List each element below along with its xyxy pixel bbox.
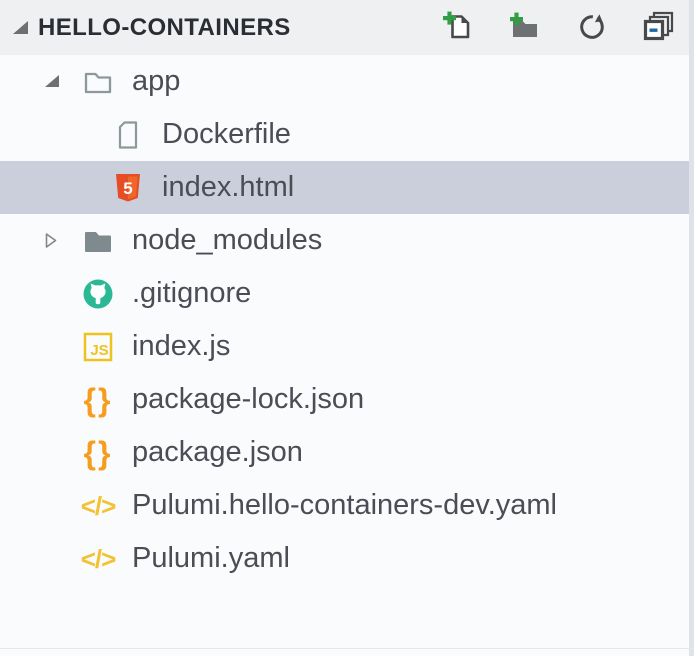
file-label: .gitignore [132,277,252,309]
section-title: HELLO-CONTAINERS [38,13,291,41]
tree-item-gitignore[interactable]: .gitignore [0,267,694,320]
chevron-expanded-icon[interactable] [44,75,76,88]
chevron-collapsed-icon[interactable] [44,232,76,249]
refresh-button[interactable] [573,9,611,47]
file-tree: app Dockerfile 5 index.html node_modules .git… [0,55,694,585]
tree-item-app[interactable]: app [0,55,694,108]
sidebar-bottom-border [0,648,694,649]
explorer-section-header[interactable]: HELLO-CONTAINERS [0,0,694,55]
file-label: Pulumi.hello-containers-dev.yaml [132,489,557,521]
file-label: index.html [162,171,295,203]
collapse-all-button[interactable] [640,9,678,47]
file-label: node_modules [132,224,323,256]
yaml-code-icon: </> [80,543,117,574]
file-label: Dockerfile [162,118,291,150]
file-label: Pulumi.yaml [132,542,290,574]
file-icon [106,118,150,152]
json-braces-icon: {} [83,381,113,418]
json-braces-icon: {} [83,434,113,471]
svg-text:5: 5 [123,179,132,198]
file-label: app [132,65,181,97]
section-chevron-expanded-icon[interactable] [12,20,38,35]
yaml-code-icon: </> [80,490,117,521]
svg-text:JS: JS [90,342,108,359]
refresh-icon [574,8,610,47]
file-label: package-lock.json [132,383,365,415]
html5-icon: 5 [106,171,150,205]
tree-item-node-modules[interactable]: node_modules [0,214,694,267]
folder-closed-icon [76,224,120,258]
tree-item-dockerfile[interactable]: Dockerfile [0,108,694,161]
new-file-button[interactable] [439,9,477,47]
file-label: package.json [132,436,303,468]
file-label: index.js [132,330,231,362]
tree-item-pulumi-yaml[interactable]: </> Pulumi.yaml [0,532,694,585]
github-icon [76,277,120,311]
tree-item-index-html[interactable]: 5 index.html [0,161,694,214]
folder-open-icon [76,65,120,99]
tree-item-pulumi-hello-containers-dev-yaml[interactable]: </> Pulumi.hello-containers-dev.yaml [0,479,694,532]
js-icon: JS [76,330,120,364]
new-folder-button[interactable] [506,9,544,47]
tree-item-package-json[interactable]: {} package.json [0,426,694,479]
new-file-icon [440,8,476,47]
new-folder-icon [507,8,543,47]
tree-item-index-js[interactable]: JS index.js [0,320,694,373]
explorer-sidebar: HELLO-CONTAINERS app Dockerfile 5 index.htm… [0,0,694,656]
section-toolbar [439,9,678,47]
tree-item-package-lock-json[interactable]: {} package-lock.json [0,373,694,426]
collapse-all-icon [641,8,677,47]
